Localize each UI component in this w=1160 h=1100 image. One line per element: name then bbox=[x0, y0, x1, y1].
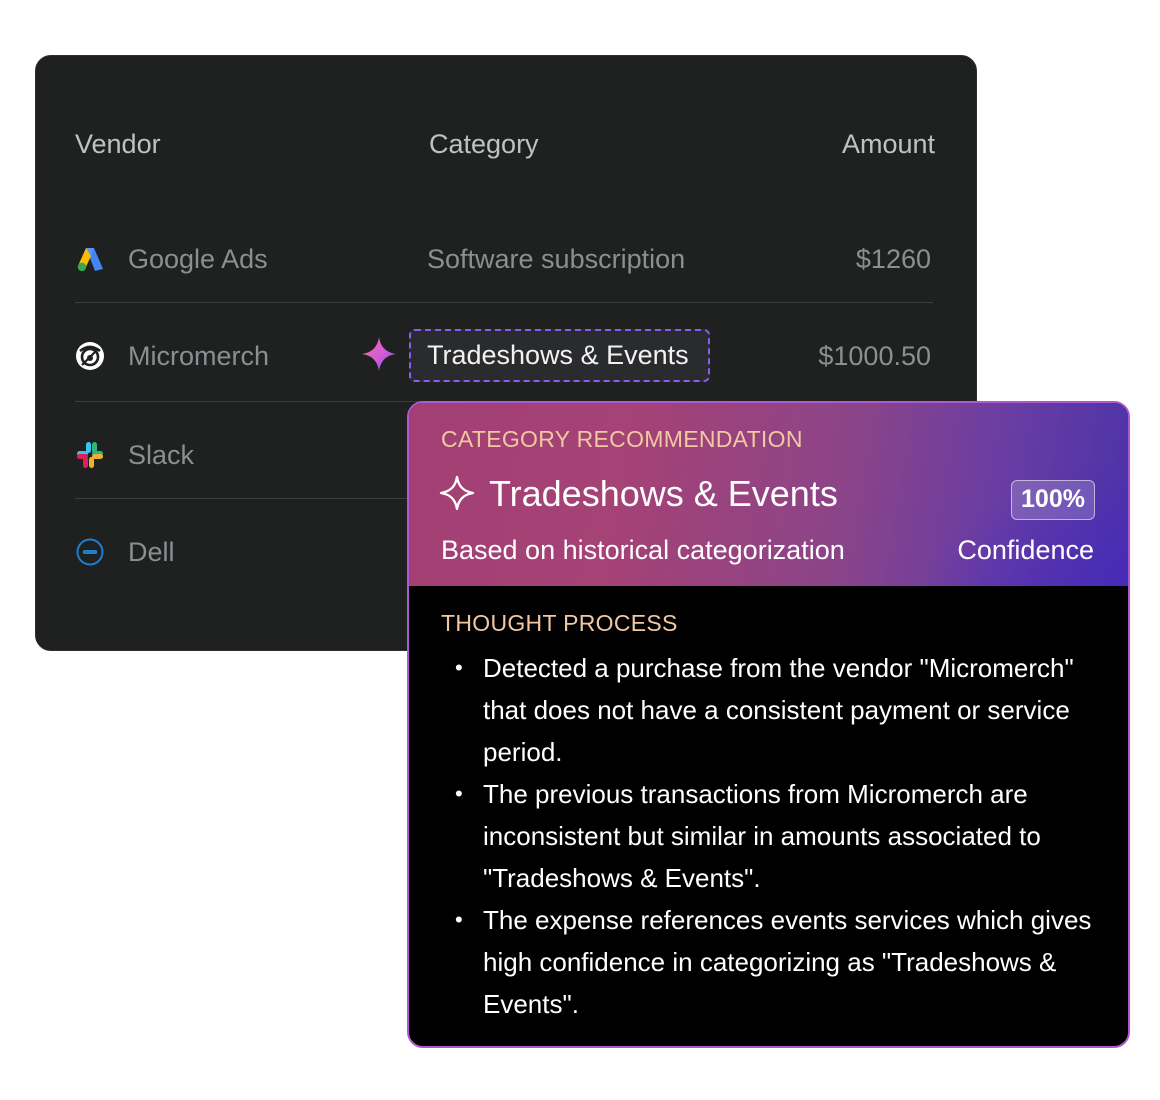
recommendation-basis: Based on historical categorization bbox=[441, 535, 845, 565]
category-cell[interactable]: Software subscription bbox=[427, 243, 685, 275]
thought-text: The previous transactions from Micromerc… bbox=[483, 779, 1041, 893]
thought-process-title: THOUGHT PROCESS bbox=[441, 610, 678, 636]
recommendation-header: CATEGORY RECOMMENDATION Tradeshows & Eve… bbox=[409, 403, 1128, 586]
column-header-vendor[interactable]: Vendor bbox=[75, 129, 161, 159]
bullet-dot: • bbox=[455, 655, 463, 680]
amount-cell: $1260 bbox=[855, 244, 931, 274]
micromerch-icon bbox=[76, 342, 104, 370]
column-header-amount[interactable]: Amount bbox=[842, 129, 935, 159]
category-chip-selected[interactable]: Tradeshows & Events bbox=[409, 329, 710, 382]
list-item: • Detected a purchase from the vendor "M… bbox=[441, 647, 1101, 773]
bullet-dot: • bbox=[455, 907, 463, 932]
vendor-name: Dell bbox=[128, 537, 175, 567]
thought-text: The expense references events services w… bbox=[483, 905, 1092, 1019]
bullet-dot: • bbox=[455, 781, 463, 806]
sparkle-outline-icon bbox=[439, 475, 475, 511]
amount-cell: $1000.50 bbox=[818, 341, 931, 371]
slack-icon bbox=[77, 442, 103, 468]
recommended-category-title: Tradeshows & Events bbox=[489, 473, 838, 514]
category-recommendation-popover: CATEGORY RECOMMENDATION Tradeshows & Eve… bbox=[407, 401, 1130, 1048]
confidence-badge: 100% bbox=[1011, 480, 1095, 520]
google-ads-icon bbox=[77, 248, 103, 272]
table-row[interactable]: Google Ads Software subscription $1260 bbox=[36, 229, 976, 289]
list-item: • The expense references events services… bbox=[441, 899, 1101, 1025]
column-header-category[interactable]: Category bbox=[429, 129, 539, 159]
list-item: • The previous transactions from Microme… bbox=[441, 773, 1101, 899]
dell-icon bbox=[76, 538, 104, 566]
vendor-name: Micromerch bbox=[128, 341, 270, 371]
confidence-label: Confidence bbox=[957, 535, 1094, 565]
vendor-name: Google Ads bbox=[128, 244, 268, 274]
vendor-name: Slack bbox=[128, 440, 195, 470]
thought-process-list: • Detected a purchase from the vendor "M… bbox=[441, 647, 1101, 1025]
row-divider bbox=[75, 302, 933, 303]
recommendation-eyebrow: CATEGORY RECOMMENDATION bbox=[441, 426, 803, 452]
thought-text: Detected a purchase from the vendor "Mic… bbox=[483, 653, 1074, 767]
ai-sparkle-icon bbox=[362, 337, 396, 371]
